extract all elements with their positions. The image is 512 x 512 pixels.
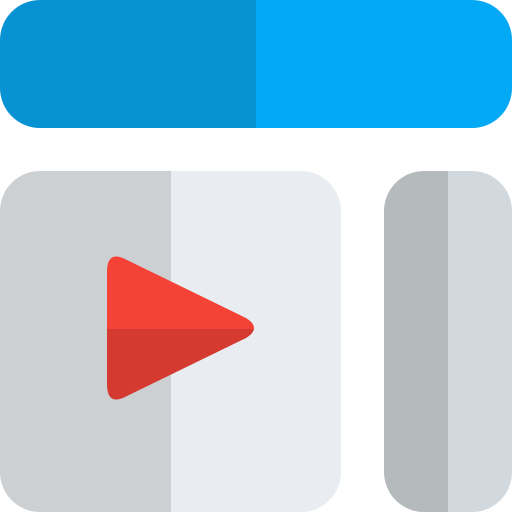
header-bar bbox=[0, 0, 512, 128]
video-player-layout-icon bbox=[0, 0, 512, 512]
sidebar-panel bbox=[384, 171, 512, 512]
video-layout-icon bbox=[0, 0, 512, 512]
